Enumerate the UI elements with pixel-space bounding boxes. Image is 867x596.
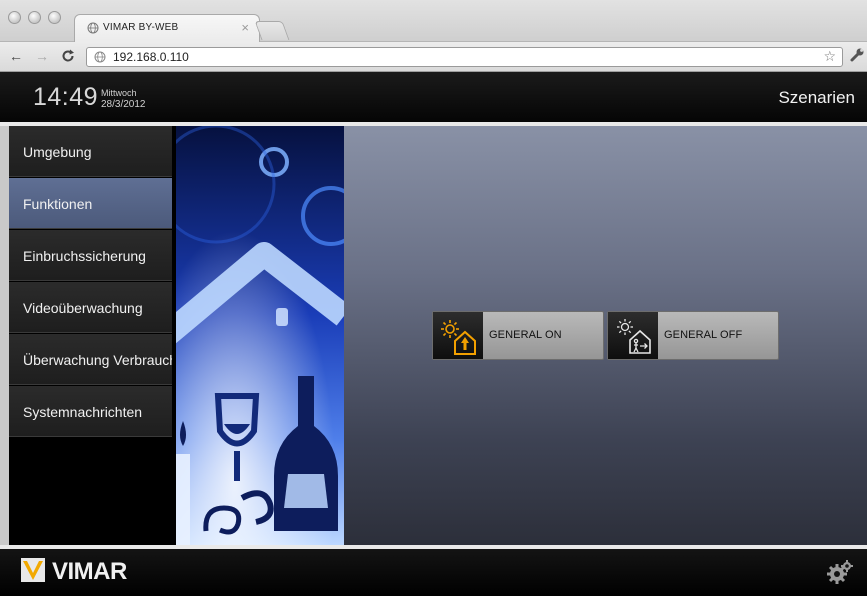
sidebar-item-ueberwachung-verbrauch[interactable]: Überwachung Verbrauch <box>9 334 172 385</box>
scene-general-on-button[interactable]: GENERAL ON <box>432 311 604 360</box>
clock-weekday: Mittwoch <box>101 88 137 98</box>
scene-icon-box <box>433 312 483 359</box>
browser-tab[interactable]: VIMAR BY-WEB × <box>74 14 260 43</box>
browser-toolbar: ← → 192.168.0.110 ☆ <box>0 42 867 72</box>
star-icon[interactable]: ☆ <box>823 48 836 65</box>
app-footer: VIMAR <box>0 549 867 596</box>
scene-general-off-button[interactable]: GENERAL OFF <box>607 311 779 360</box>
sidebar-item-funktionen[interactable]: Funktionen <box>9 178 172 229</box>
sidebar-item-umgebung[interactable]: Umgebung <box>9 126 172 177</box>
back-arrow-icon[interactable]: ← <box>9 48 23 64</box>
tab-title: VIMAR BY-WEB <box>103 22 179 33</box>
forward-arrow-icon[interactable]: → <box>35 48 49 64</box>
scene-label: GENERAL OFF <box>664 329 743 341</box>
gears-icon[interactable] <box>826 559 854 585</box>
sidebar-nav: Umgebung Funktionen Einbruchssicherung V… <box>0 126 176 545</box>
page-title: Szenarien <box>778 88 855 107</box>
scene-label: GENERAL ON <box>489 329 562 341</box>
url-text: 192.168.0.110 <box>113 50 189 64</box>
scenes-panel: GENERAL ON GENERAL OFF <box>344 126 867 545</box>
window-minimize-button[interactable] <box>28 11 41 24</box>
browser-tab-bar: VIMAR BY-WEB × <box>0 0 867 43</box>
scene-icon-box <box>608 312 658 359</box>
window-close-button[interactable] <box>8 11 21 24</box>
reload-icon[interactable] <box>61 49 75 63</box>
wrench-icon[interactable] <box>849 47 865 63</box>
sidebar-item-systemnachrichten[interactable]: Systemnachrichten <box>9 386 172 437</box>
house-sun-off-icon <box>617 319 651 354</box>
sidebar-item-videoueberwachung[interactable]: Videoüberwachung <box>9 282 172 333</box>
address-bar[interactable]: 192.168.0.110 ☆ <box>86 47 843 67</box>
vimar-logo-icon <box>21 558 45 582</box>
globe-icon <box>87 22 99 34</box>
brand-logo-text: VIMAR <box>52 558 127 585</box>
window-zoom-button[interactable] <box>48 11 61 24</box>
clock-time: 14:49 <box>33 83 99 111</box>
globe-icon <box>94 51 106 63</box>
new-tab-button[interactable] <box>254 21 290 40</box>
house-sun-on-icon <box>441 320 476 355</box>
tab-close-icon[interactable]: × <box>241 20 249 35</box>
sidebar-item-einbruchssicherung[interactable]: Einbruchssicherung <box>9 230 172 281</box>
clock-date: 28/3/2012 <box>101 99 146 110</box>
app-header: 14:49 Mittwoch 28/3/2012 Szenarien <box>0 72 867 122</box>
scene-illustration <box>176 126 344 545</box>
